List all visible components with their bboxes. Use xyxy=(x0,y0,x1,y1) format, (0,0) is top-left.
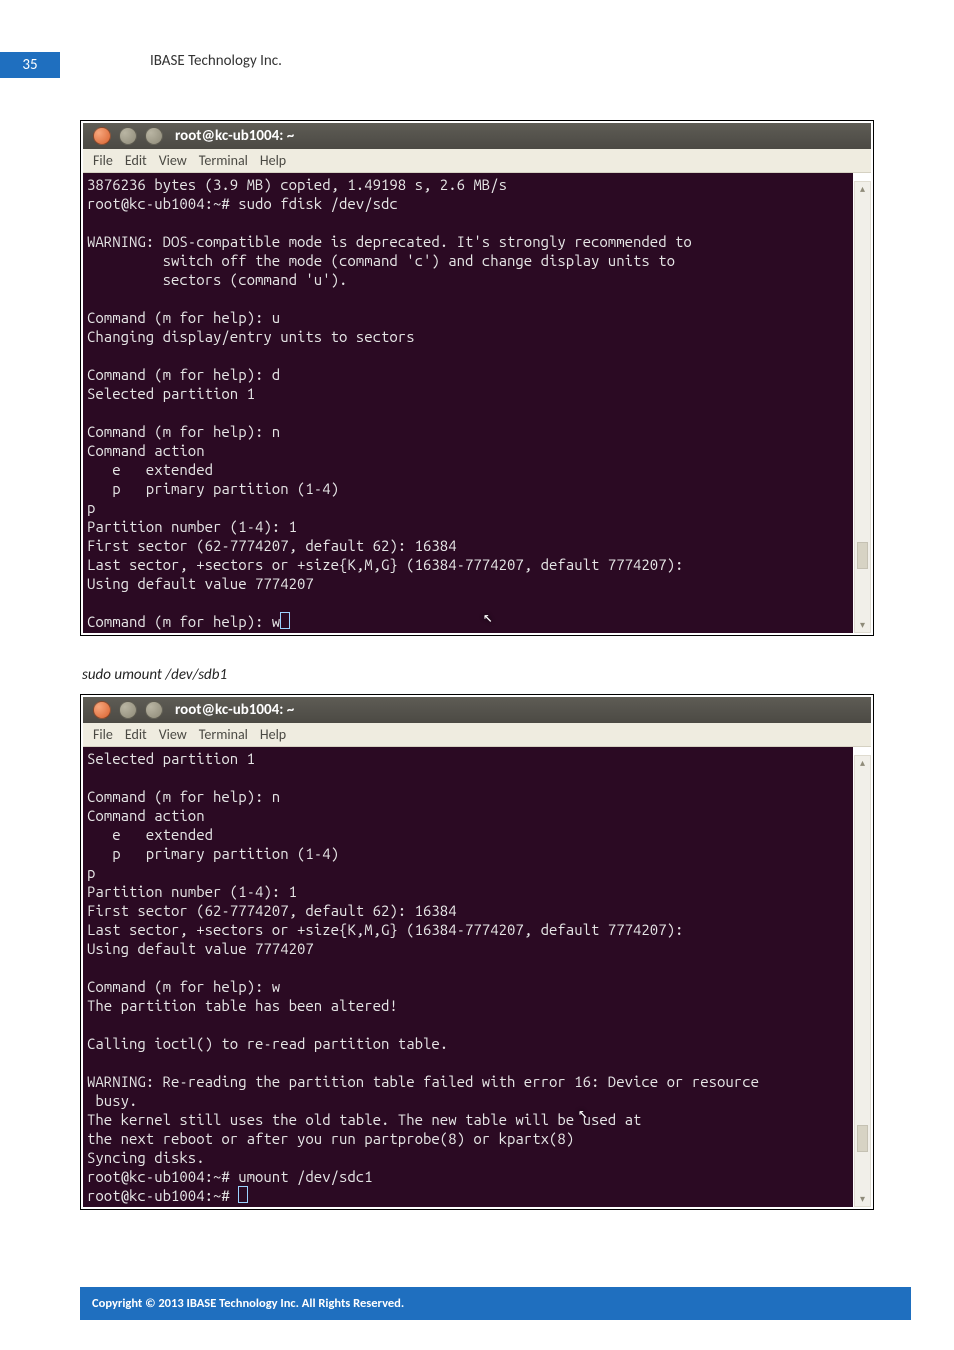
terminal-line: root@kc-ub1004:~# umount /dev/sdc1 xyxy=(87,1168,373,1185)
window-menubar: File Edit View Terminal Help xyxy=(83,149,871,173)
menu-edit[interactable]: Edit xyxy=(121,152,151,169)
menu-file[interactable]: File xyxy=(89,726,117,743)
terminal-line: Syncing disks. xyxy=(87,1149,205,1166)
terminal-line: Command (m for help): w xyxy=(87,978,280,995)
terminal-line: switch off the mode (command 'c') and ch… xyxy=(87,252,675,269)
terminal-line: 3876236 bytes (3.9 MB) copied, 1.49198 s… xyxy=(87,176,507,193)
text-caret-icon xyxy=(238,1186,248,1203)
menu-view[interactable]: View xyxy=(155,152,191,169)
terminal-line: p xyxy=(87,864,95,881)
scrollbar[interactable]: ▴ ▾ xyxy=(854,755,871,1207)
terminal-line: Selected partition 1 xyxy=(87,750,255,767)
terminal-screenshot-2: root@kc-ub1004: ~ File Edit View Termina… xyxy=(80,694,874,1210)
terminal-line: root@kc-ub1004:~# sudo fdisk /dev/sdc xyxy=(87,195,398,212)
caption-command: sudo umount /dev/sdb1 xyxy=(82,666,874,684)
terminal-line: p primary partition (1-4) xyxy=(87,480,339,497)
window-titlebar: root@kc-ub1004: ~ xyxy=(83,697,871,723)
terminal-output[interactable]: 3876236 bytes (3.9 MB) copied, 1.49198 s… xyxy=(83,173,853,633)
menu-help[interactable]: Help xyxy=(256,726,290,743)
menu-edit[interactable]: Edit xyxy=(121,726,151,743)
text-caret-icon xyxy=(280,612,290,629)
terminal-line: Changing display/entry units to sectors xyxy=(87,328,415,345)
close-icon[interactable] xyxy=(93,127,111,145)
terminal-line: e extended xyxy=(87,461,213,478)
terminal-line: Command action xyxy=(87,442,205,459)
terminal-line: Last sector, +sectors or +size{K,M,G} (1… xyxy=(87,556,683,573)
window-title: root@kc-ub1004: ~ xyxy=(175,701,294,719)
terminal-line: Last sector, +sectors or +size{K,M,G} (1… xyxy=(87,921,683,938)
scroll-thumb[interactable] xyxy=(857,542,868,569)
terminal-line: the next reboot or after you run partpro… xyxy=(87,1130,574,1147)
menu-terminal[interactable]: Terminal xyxy=(195,726,252,743)
terminal-line: The partition table has been altered! xyxy=(87,997,398,1014)
maximize-icon[interactable] xyxy=(145,127,163,145)
terminal-line: WARNING: DOS-compatible mode is deprecat… xyxy=(87,233,692,250)
scroll-up-icon[interactable]: ▴ xyxy=(855,756,870,770)
page-footer: Copyright © 2013 IBASE Technology Inc. A… xyxy=(80,1287,911,1320)
terminal-line: p xyxy=(87,499,95,516)
mouse-cursor-icon: ↖ xyxy=(483,608,493,627)
minimize-icon[interactable] xyxy=(119,127,137,145)
terminal-line: Using default value 7774207 xyxy=(87,575,314,592)
terminal-line: p primary partition (1-4) xyxy=(87,845,339,862)
terminal-screenshot-1: root@kc-ub1004: ~ File Edit View Termina… xyxy=(80,120,874,636)
menu-terminal[interactable]: Terminal xyxy=(195,152,252,169)
terminal-line: Partition number (1-4): 1 xyxy=(87,518,297,535)
scroll-up-icon[interactable]: ▴ xyxy=(855,182,870,196)
window-titlebar: root@kc-ub1004: ~ xyxy=(83,123,871,149)
scroll-down-icon[interactable]: ▾ xyxy=(855,1192,870,1206)
terminal-line: Selected partition 1 xyxy=(87,385,255,402)
terminal-line: First sector (62-7774207, default 62): 1… xyxy=(87,902,457,919)
menu-view[interactable]: View xyxy=(155,726,191,743)
close-icon[interactable] xyxy=(93,701,111,719)
menu-file[interactable]: File xyxy=(89,152,117,169)
terminal-line: Partition number (1-4): 1 xyxy=(87,883,297,900)
terminal-line: Command (m for help): n xyxy=(87,423,280,440)
mouse-cursor-icon: ↖ xyxy=(578,1104,588,1123)
page-header-company: IBASE Technology Inc. xyxy=(150,52,282,70)
terminal-line: Command (m for help): d xyxy=(87,366,280,383)
terminal-line: sectors (command 'u'). xyxy=(87,271,347,288)
terminal-line: The kernel still uses the old table. The… xyxy=(87,1111,641,1128)
scroll-thumb[interactable] xyxy=(857,1125,868,1152)
window-menubar: File Edit View Terminal Help xyxy=(83,723,871,747)
minimize-icon[interactable] xyxy=(119,701,137,719)
terminal-line: Command (m for help): w xyxy=(87,613,280,630)
terminal-line: Command (m for help): n xyxy=(87,788,280,805)
terminal-line: busy. xyxy=(87,1092,137,1109)
terminal-line: Command (m for help): u xyxy=(87,309,280,326)
page-number: 35 xyxy=(0,52,60,78)
terminal-line: Using default value 7774207 xyxy=(87,940,314,957)
terminal-output[interactable]: Selected partition 1 Command (m for help… xyxy=(83,747,853,1207)
menu-help[interactable]: Help xyxy=(256,152,290,169)
terminal-line: Command action xyxy=(87,807,205,824)
terminal-line: Calling ioctl() to re-read partition tab… xyxy=(87,1035,448,1052)
terminal-line: First sector (62-7774207, default 62): 1… xyxy=(87,537,457,554)
terminal-line: WARNING: Re-reading the partition table … xyxy=(87,1073,759,1090)
maximize-icon[interactable] xyxy=(145,701,163,719)
scrollbar[interactable]: ▴ ▾ xyxy=(854,181,871,633)
window-title: root@kc-ub1004: ~ xyxy=(175,127,294,145)
scroll-down-icon[interactable]: ▾ xyxy=(855,618,870,632)
terminal-line: e extended xyxy=(87,826,213,843)
terminal-line: root@kc-ub1004:~# xyxy=(87,1187,238,1204)
